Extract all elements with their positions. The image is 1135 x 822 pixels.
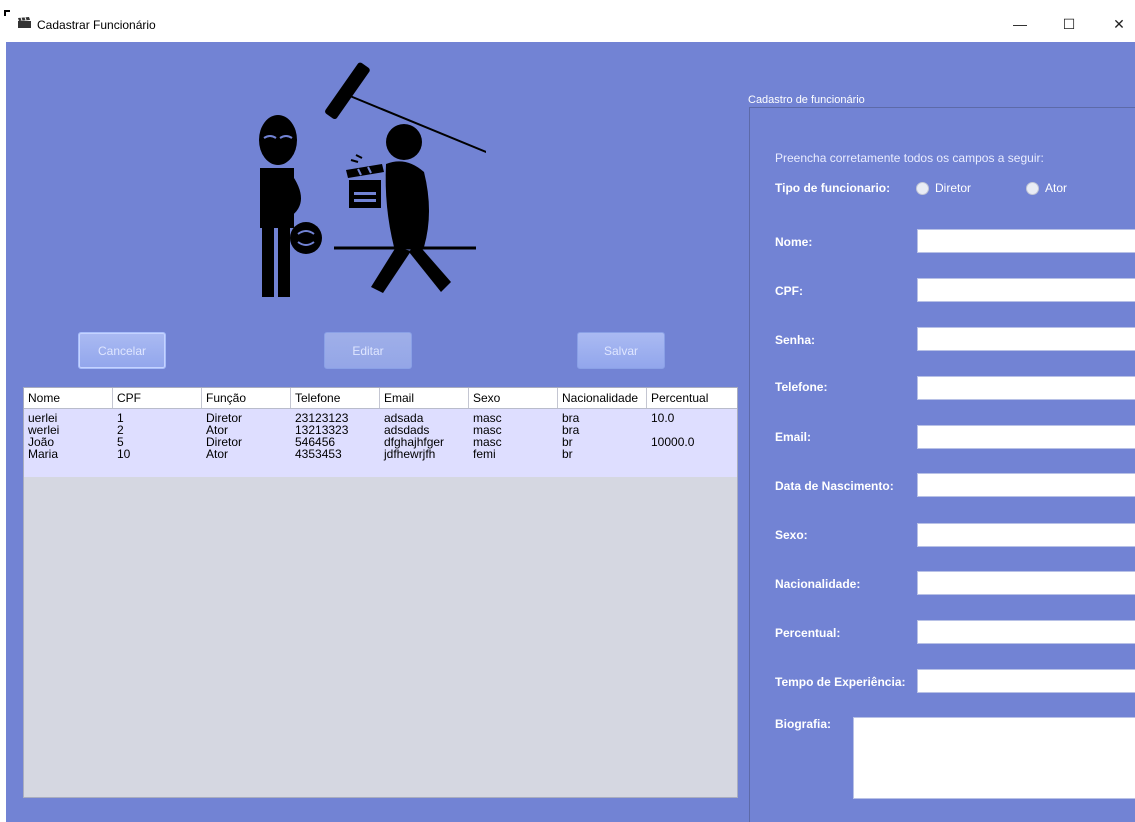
percentual-field[interactable] xyxy=(917,620,1135,644)
cancel-button[interactable]: Cancelar xyxy=(78,332,166,369)
column-header-percentual[interactable]: Percentual xyxy=(647,388,737,408)
nacionalidade-label: Nacionalidade: xyxy=(775,577,861,591)
form-panel-title: Cadastro de funcionário xyxy=(748,94,865,106)
column-header-nacionalidade[interactable]: Nacionalidade xyxy=(558,388,647,408)
edit-button[interactable]: Editar xyxy=(324,332,412,369)
nascimento-label: Data de Nascimento: xyxy=(775,479,894,493)
film-crew-illustration-icon xyxy=(259,62,486,297)
main-content: Cancelar Editar Salvar Nome CPF Função T… xyxy=(6,42,1135,822)
email-field[interactable] xyxy=(917,425,1135,449)
type-label: Tipo de funcionario: xyxy=(775,181,891,195)
senha-label: Senha: xyxy=(775,333,816,347)
radio-ator-label: Ator xyxy=(1045,181,1068,195)
cell-percentual: 10000.0 xyxy=(651,435,695,449)
maximize-button[interactable]: ☐ xyxy=(1049,10,1089,38)
biografia-textarea[interactable] xyxy=(853,717,1135,799)
radio-circle-icon xyxy=(916,182,929,196)
column-header-email[interactable]: Email xyxy=(380,388,469,408)
sexo-field[interactable] xyxy=(917,523,1135,547)
table-body: uerlei 1 Diretor 23123123 adsada masc br… xyxy=(24,409,737,477)
column-header-telefone[interactable]: Telefone xyxy=(291,388,380,408)
cell-cpf: 10 xyxy=(117,447,131,461)
column-header-cpf[interactable]: CPF xyxy=(113,388,202,408)
sexo-label: Sexo: xyxy=(775,528,808,542)
column-header-nome[interactable]: Nome xyxy=(24,388,113,408)
biografia-label: Biografia: xyxy=(775,717,832,731)
cell-nome: Maria xyxy=(28,447,59,461)
window-title: Cadastrar Funcionário xyxy=(37,18,156,32)
table-header: Nome CPF Função Telefone Email Sexo Naci… xyxy=(24,388,737,409)
column-header-funcao[interactable]: Função xyxy=(202,388,291,408)
window-corner-marker xyxy=(4,10,10,16)
form-panel xyxy=(749,107,1135,822)
email-label: Email: xyxy=(775,430,812,444)
senha-field[interactable] xyxy=(917,327,1135,351)
telefone-field[interactable] xyxy=(917,376,1135,400)
cell-nacionalidade: br xyxy=(562,447,573,461)
nome-label: Nome: xyxy=(775,235,813,249)
minimize-button[interactable]: — xyxy=(1000,10,1040,38)
cpf-field[interactable] xyxy=(917,278,1135,302)
table-row[interactable]: uerlei 1 Diretor 23123123 adsada masc br… xyxy=(24,411,737,425)
cell-telefone: 4353453 xyxy=(295,447,342,461)
cell-funcao: Ator xyxy=(206,447,229,461)
cell-percentual: 10.0 xyxy=(651,411,675,425)
clapperboard-app-icon xyxy=(18,17,31,28)
cell-sexo: femi xyxy=(473,447,496,461)
close-button[interactable]: ✕ xyxy=(1099,10,1135,38)
radio-diretor-label: Diretor xyxy=(935,181,972,195)
employee-table: Nome CPF Função Telefone Email Sexo Naci… xyxy=(23,387,738,798)
radio-diretor[interactable]: Diretor xyxy=(916,181,972,196)
nome-field[interactable] xyxy=(917,229,1135,253)
radio-ator[interactable]: Ator xyxy=(1026,181,1068,196)
radio-circle-icon xyxy=(1026,182,1039,196)
experiencia-field[interactable] xyxy=(917,669,1135,693)
table-row[interactable]: werlei 2 Ator 13213323 adsdads masc bra xyxy=(24,424,737,436)
form-instruction: Preencha corretamente todos os campos a … xyxy=(775,151,1044,165)
percentual-label: Percentual: xyxy=(775,626,841,640)
nacionalidade-field[interactable] xyxy=(917,571,1135,595)
telefone-label: Telefone: xyxy=(775,380,828,394)
experiencia-label: Tempo de Experiência: xyxy=(775,675,906,689)
save-button[interactable]: Salvar xyxy=(577,332,665,369)
column-header-sexo[interactable]: Sexo xyxy=(469,388,558,408)
cpf-label: CPF: xyxy=(775,284,803,298)
table-row[interactable]: Maria 10 Ator 4353453 jdfhewrjfh femi br xyxy=(24,447,737,461)
nascimento-field[interactable] xyxy=(917,473,1135,497)
cell-email: jdfhewrjfh xyxy=(384,447,436,461)
table-row[interactable]: João 5 Diretor 546456 dfghajhfger masc b… xyxy=(24,435,737,449)
title-bar: Cadastrar Funcionário — ☐ ✕ xyxy=(0,0,1135,42)
